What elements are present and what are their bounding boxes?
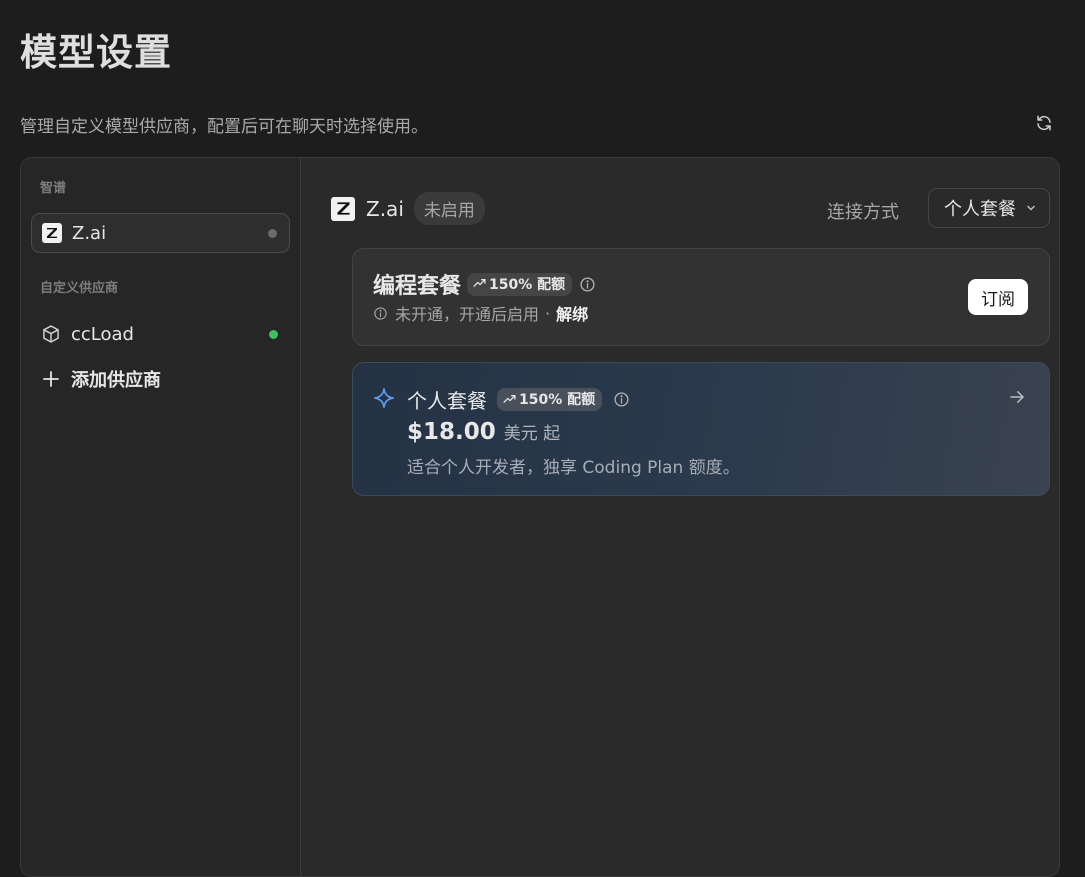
personal-plan-description: 适合个人开发者，独享 Coding Plan 额度。 (407, 458, 740, 478)
price-unit: 美元 起 (503, 424, 561, 444)
sidebar-item-label: ccLoad (71, 323, 134, 345)
subscribe-button[interactable]: 订阅 (968, 279, 1028, 315)
provider-detail: Z.ai 未启用 连接方式 个人套餐 编程套餐 150% 配额 未开通，开通后启… (302, 158, 1059, 876)
provider-name: Z.ai (366, 196, 404, 221)
refresh-icon (1037, 115, 1051, 131)
cube-icon (41, 324, 61, 344)
price-amount: $18.00 (407, 419, 496, 445)
page-title: 模型设置 (20, 31, 172, 74)
status-text: 未开通，开通后启用 (395, 305, 540, 324)
sparkle-icon (374, 388, 394, 408)
personal-plan-title: 个人套餐 (407, 389, 487, 413)
coding-plan-card: 编程套餐 150% 配额 未开通，开通后启用 · 解绑 订阅 (352, 248, 1050, 346)
page-description: 管理自定义模型供应商，配置后可在聊天时选择使用。 (20, 117, 428, 137)
connection-select[interactable]: 个人套餐 (928, 188, 1050, 228)
personal-plan-card[interactable]: 个人套餐 150% 配额 $18.00 美元 起 适合个人开发者，独享 Codi… (352, 362, 1050, 496)
info-icon (374, 306, 387, 320)
connection-value: 个人套餐 (944, 199, 1016, 220)
add-provider-label: 添加供应商 (71, 370, 161, 391)
sidebar-item-label: Z.ai (72, 222, 107, 244)
quota-badge: 150% 配额 (467, 272, 573, 296)
trending-up-icon (503, 394, 516, 403)
chevron-down-icon (1027, 205, 1035, 211)
info-icon[interactable] (613, 391, 630, 408)
refresh-button[interactable] (1032, 111, 1056, 135)
info-icon[interactable] (579, 276, 596, 293)
sidebar-item-ccload[interactable]: ccLoad (31, 314, 290, 354)
unbind-link[interactable]: 解绑 (556, 301, 588, 325)
sidebar-group-label: 智谱 (40, 181, 67, 196)
settings-panel: 智谱 Z.ai 自定义供应商 ccLoad 添加供应商 Z.ai 未启用 连接方… (20, 157, 1060, 877)
status-dot (269, 329, 278, 339)
status-dot (268, 228, 277, 238)
quota-badge: 150% 配额 (497, 388, 603, 411)
quota-badge-label: 150% 配额 (489, 276, 566, 293)
sidebar-group-label: 自定义供应商 (40, 281, 119, 296)
connection-label: 连接方式 (827, 202, 899, 223)
z-logo-icon (331, 196, 355, 221)
z-logo-icon (42, 223, 62, 243)
separator: · (545, 303, 551, 323)
price-row: $18.00 美元 起 (407, 419, 560, 445)
coding-plan-title: 编程套餐 (373, 274, 462, 299)
add-provider-button[interactable]: 添加供应商 (31, 359, 290, 399)
plus-icon (41, 369, 61, 389)
coding-plan-status: 未开通，开通后启用 · 解绑 (373, 301, 588, 325)
provider-sidebar: 智谱 Z.ai 自定义供应商 ccLoad 添加供应商 (21, 158, 301, 876)
quota-badge-label: 150% 配额 (519, 392, 596, 408)
trending-up-icon (473, 279, 486, 287)
provider-header: Z.ai 未启用 (331, 192, 485, 225)
arrow-right-icon[interactable] (1008, 388, 1026, 406)
sidebar-item-zai[interactable]: Z.ai (31, 213, 290, 253)
status-badge: 未启用 (413, 192, 485, 225)
